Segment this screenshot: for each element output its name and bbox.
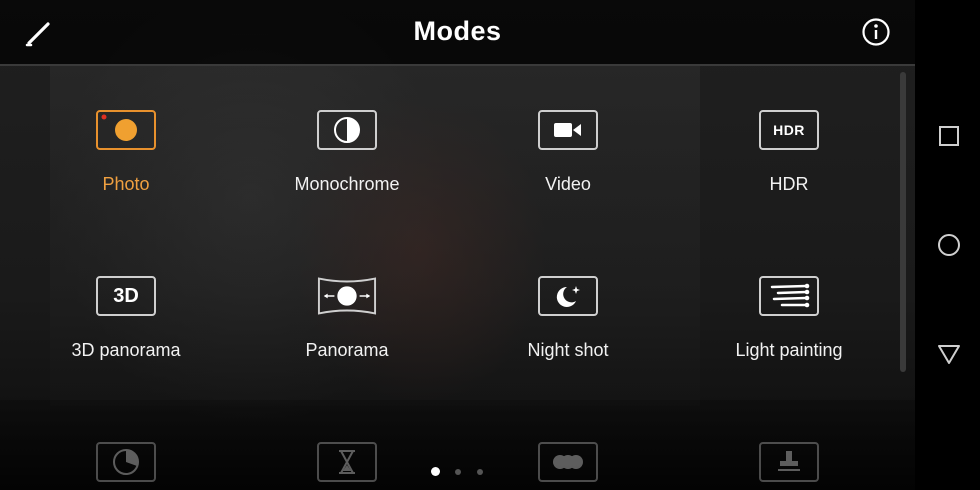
hdr-icon-text: HDR — [773, 122, 805, 138]
mode-filter[interactable] — [468, 442, 668, 490]
mode-panorama[interactable]: Panorama — [247, 276, 447, 396]
mode-3d-panorama[interactable]: 3D 3D panorama — [26, 276, 226, 396]
scrollbar[interactable] — [900, 72, 906, 372]
mode-monochrome[interactable]: Monochrome — [247, 110, 447, 230]
page-dot-1[interactable] — [431, 467, 440, 476]
night-moon-icon — [538, 276, 598, 316]
mode-label-3d-panorama: 3D panorama — [71, 340, 181, 360]
mode-watermark[interactable] — [689, 442, 889, 490]
mode-label-photo: Photo — [102, 174, 150, 194]
mode-video[interactable]: Video — [468, 110, 668, 230]
navigation-bar — [915, 0, 980, 490]
mode-timelapse[interactable] — [26, 442, 226, 490]
page-dot-3[interactable] — [477, 469, 483, 475]
stamp-icon — [759, 442, 819, 482]
mode-label-panorama: Panorama — [305, 340, 389, 360]
page-dot-2[interactable] — [455, 469, 461, 475]
triangle-back-icon[interactable] — [933, 338, 965, 370]
3d-icon-text: 3D — [113, 284, 139, 307]
mode-light-painting[interactable]: Light painting — [689, 276, 889, 396]
photo-shutter-icon — [96, 110, 156, 150]
square-icon[interactable] — [933, 120, 965, 152]
mode-photo[interactable]: Photo — [26, 110, 226, 230]
mode-night-shot[interactable]: Night shot — [468, 276, 668, 396]
mode-label-hdr: HDR — [769, 174, 809, 194]
monochrome-icon — [317, 110, 377, 150]
mode-hdr[interactable]: HDR HDR — [689, 110, 889, 230]
info-icon[interactable] — [860, 16, 892, 48]
timelapse-icon — [96, 442, 156, 482]
mode-label-night-shot: Night shot — [527, 340, 609, 360]
light-painting-icon — [759, 276, 819, 316]
hdr-icon: HDR — [759, 110, 819, 150]
3d-icon: 3D — [96, 276, 156, 316]
filter-circles-icon — [538, 442, 598, 482]
mode-label-monochrome: Monochrome — [294, 174, 400, 194]
hourglass-icon — [317, 442, 377, 482]
header-bar: Modes — [0, 0, 915, 66]
video-camera-icon — [538, 110, 598, 150]
mode-label-video: Video — [545, 174, 591, 194]
circle-icon[interactable] — [933, 229, 965, 261]
mode-label-light-painting: Light painting — [735, 340, 843, 360]
panorama-icon — [317, 276, 377, 316]
mode-slow-mo[interactable] — [247, 442, 447, 490]
page-title: Modes — [413, 16, 502, 46]
